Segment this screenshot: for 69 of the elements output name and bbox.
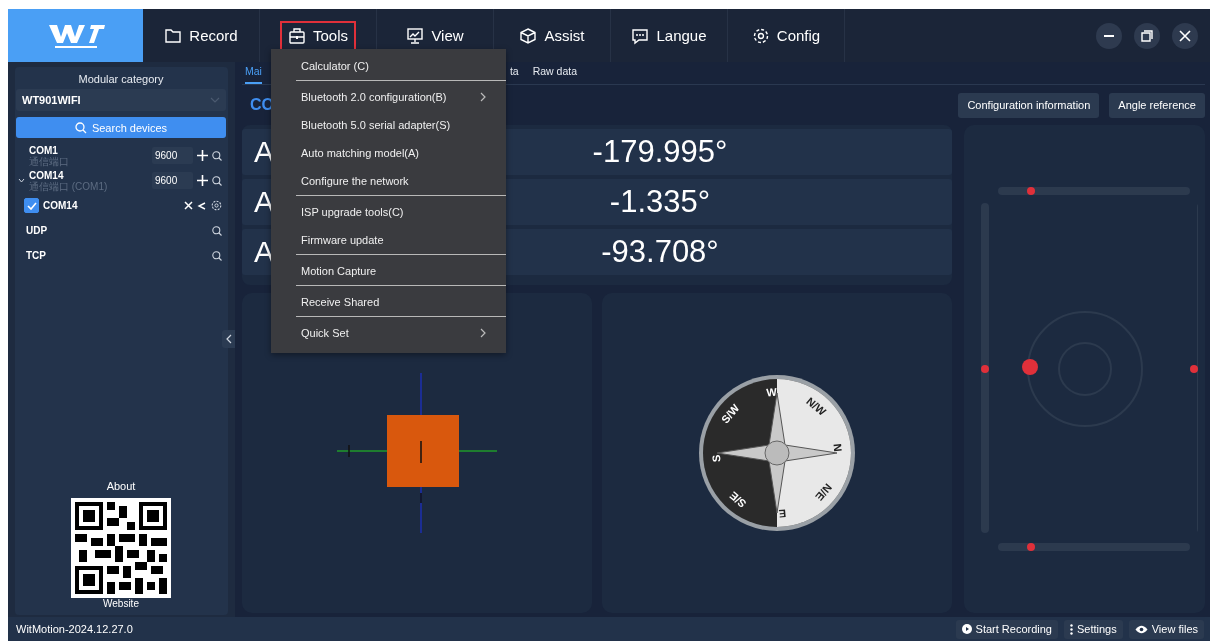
plus-icon[interactable] [197, 175, 208, 186]
nav-menu-button[interactable]: View [398, 20, 472, 51]
restore-button[interactable] [1134, 22, 1160, 49]
angle-value: -93.708° [600, 234, 720, 270]
menu-item[interactable]: Quick Set [271, 319, 506, 347]
collapse-sidebar-button[interactable] [222, 330, 235, 348]
connection-type[interactable]: UDP [18, 225, 208, 236]
nav-menu-button[interactable]: Config [743, 20, 829, 51]
port-name[interactable]: COM1 [29, 144, 148, 156]
search-icon[interactable] [212, 150, 222, 161]
header-button[interactable]: Configuration information [958, 92, 1100, 118]
nav-menu-button[interactable]: Assist [511, 20, 593, 51]
status-button[interactable]: Settings [1064, 619, 1123, 639]
menu-item[interactable]: Receive Shared [271, 288, 506, 316]
eye-icon [1134, 624, 1148, 634]
folder-icon [164, 26, 183, 45]
close-button[interactable] [1172, 22, 1198, 49]
menu-item[interactable]: Configure the network [271, 167, 506, 195]
search-icon[interactable] [212, 175, 222, 186]
nav-menu-button[interactable]: Langue [623, 20, 715, 51]
search-icon[interactable] [212, 225, 222, 236]
port-name[interactable]: COM14 [29, 169, 148, 181]
menu-item[interactable]: Calculator (C) [271, 52, 506, 80]
baud-rate-field[interactable]: 9600 [152, 147, 193, 164]
angle-value: -179.995° [591, 134, 729, 170]
cube-icon [519, 26, 538, 45]
menu-item[interactable]: Motion Capture [271, 257, 506, 285]
menu-item[interactable]: Bluetooth 5.0 serial adapter(S) [271, 111, 506, 139]
view-tab[interactable]: Mai [245, 65, 262, 84]
record-icon [961, 624, 972, 634]
menu-item[interactable]: ISP upgrade tools(C) [271, 198, 506, 226]
view-tab[interactable]: ta [509, 65, 519, 84]
monitor-chart-icon [406, 26, 425, 45]
settings-icon [751, 26, 770, 45]
checkbox[interactable] [24, 198, 39, 213]
plus-icon[interactable] [197, 150, 208, 161]
more-icon [1070, 623, 1073, 635]
menu-item[interactable]: Firmware update [271, 226, 506, 254]
close-icon [1179, 29, 1191, 42]
about-label: About [106, 480, 136, 492]
status-button[interactable]: Start Recording [955, 619, 1058, 639]
search-icon [74, 121, 87, 134]
caret-icon[interactable] [18, 178, 25, 183]
chevron-down-icon [210, 97, 220, 103]
restore-icon [1141, 29, 1153, 42]
category-label: Modular category [78, 73, 164, 85]
header-button[interactable]: Angle reference [1109, 92, 1205, 118]
settings-icon[interactable] [211, 200, 222, 211]
website-label: Website [103, 598, 139, 609]
minimize-button[interactable] [1096, 22, 1122, 49]
minimize-icon [1104, 34, 1114, 37]
angle-value: -1.335° [608, 184, 712, 220]
chevron-left-icon [225, 334, 232, 344]
search-icon[interactable] [212, 250, 222, 261]
menu-item[interactable]: Bluetooth 2.0 configuration(B) [271, 83, 506, 111]
status-button[interactable]: View files [1128, 619, 1204, 639]
menu-item[interactable]: Auto matching model(A) [271, 139, 506, 167]
close-icon[interactable] [184, 201, 193, 210]
view-tab[interactable]: Raw data [532, 65, 578, 84]
qr-code-icon [71, 498, 171, 598]
baud-rate-field[interactable]: 9600 [152, 172, 193, 189]
share-icon[interactable] [197, 200, 207, 211]
model-select[interactable]: WT901WIFI [16, 89, 226, 111]
connection-type[interactable]: TCP [18, 250, 208, 261]
chat-icon [631, 26, 650, 45]
version-label: WitMotion-2024.12.27.0 [16, 623, 133, 635]
toolbox-icon [288, 26, 306, 45]
nav-menu-button[interactable]: Record [156, 20, 246, 51]
device-name: COM14 [43, 200, 79, 211]
